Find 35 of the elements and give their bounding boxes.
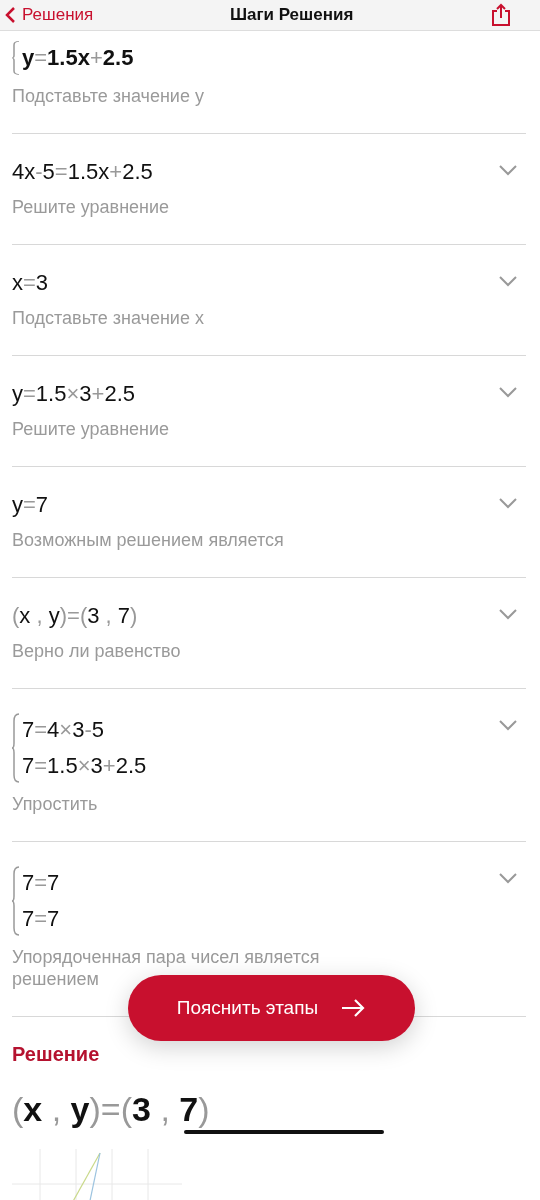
- share-icon[interactable]: [490, 3, 512, 27]
- brace-icon: [12, 866, 20, 936]
- expand-chevron-icon[interactable]: [498, 719, 518, 731]
- step-caption: Верно ли равенство: [12, 640, 182, 662]
- equation: 7=1.5×3+2.5: [22, 752, 147, 780]
- expand-chevron-icon[interactable]: [498, 872, 518, 884]
- equation: 7=7: [22, 905, 60, 933]
- brace-icon: [12, 713, 20, 783]
- explain-steps-button[interactable]: Пояснить этапы: [128, 975, 415, 1041]
- back-chevron-icon: [4, 6, 16, 24]
- equation: 7=4×3-5: [22, 716, 106, 744]
- step-caption: Решите уравнение: [12, 418, 171, 440]
- screen-title: Шаги Решения: [229, 5, 354, 25]
- equation: y=1.5x+2.5: [22, 44, 134, 72]
- expand-chevron-icon[interactable]: [498, 386, 518, 398]
- answer-equation: (x , y)=(3 , 7): [12, 1090, 210, 1129]
- step-caption: Подставьте значение y: [12, 85, 205, 107]
- equation: y=1.5×3+2.5: [12, 380, 136, 408]
- expand-chevron-icon[interactable]: [498, 497, 518, 509]
- expand-chevron-icon[interactable]: [498, 275, 518, 287]
- equation: 4x-5=1.5x+2.5: [12, 158, 153, 186]
- step-caption: Возможным решением является: [12, 529, 285, 551]
- equation: (x , y)=(3 , 7): [12, 602, 138, 630]
- equation: y=7: [12, 491, 49, 519]
- equation: 7=7: [22, 869, 60, 897]
- step-caption: Подставьте значение x: [12, 307, 205, 329]
- back-button[interactable]: Решения: [4, 5, 94, 25]
- equation: x=3: [12, 269, 49, 297]
- solution-heading: Решение: [12, 1043, 101, 1066]
- arrow-right-icon: [340, 998, 367, 1018]
- brace-icon: [12, 41, 20, 75]
- step-caption: Упростить: [12, 793, 99, 815]
- expand-chevron-icon[interactable]: [498, 608, 518, 620]
- expand-chevron-icon[interactable]: [498, 164, 518, 176]
- step-caption: Решите уравнение: [12, 196, 171, 218]
